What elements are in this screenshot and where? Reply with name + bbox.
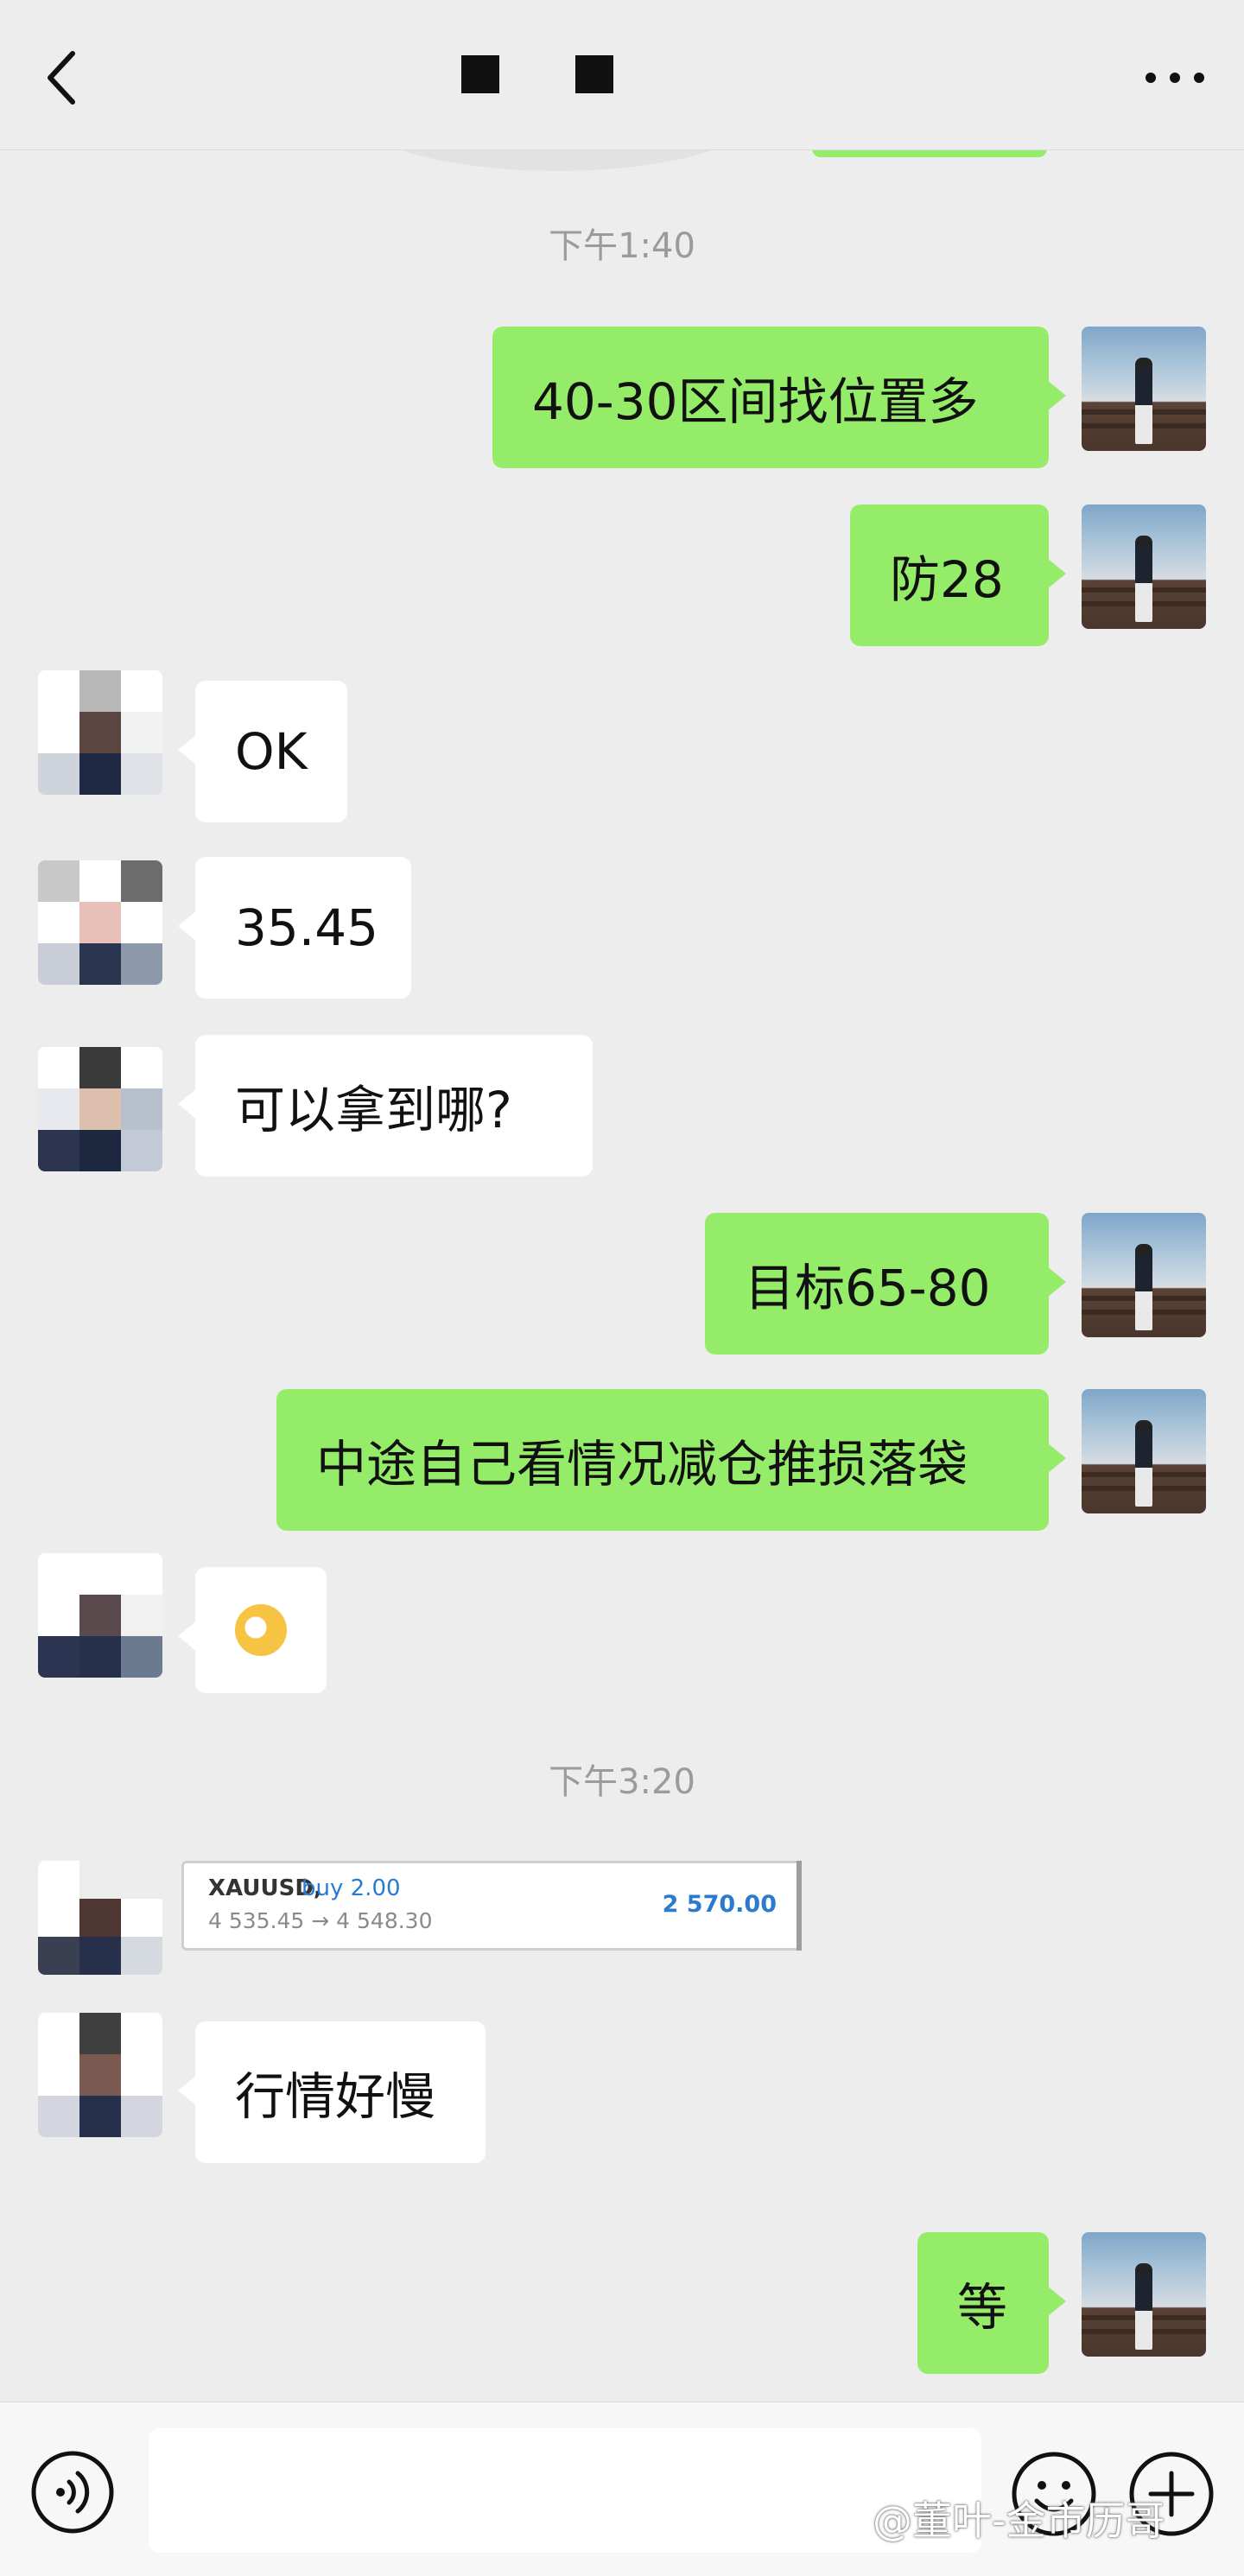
my-avatar[interactable] (1082, 504, 1206, 629)
message-bubble-mine[interactable]: 40-30区间找位置多 (492, 327, 1066, 468)
message-bubble-mine[interactable]: 中途自己看情况减仓推损落袋 (276, 1389, 1066, 1531)
voice-icon (31, 2451, 114, 2534)
contact-avatar[interactable] (38, 1047, 162, 1171)
message-bubble-contact[interactable] (178, 1567, 327, 1693)
more-dots-icon (1146, 73, 1204, 83)
chat-screen: 下午1:40 40-30区间找位置多 防28 OK 35.45 可以拿到哪? 目… (0, 0, 1244, 2576)
message-bubble-contact[interactable]: 可以拿到哪? (178, 1035, 593, 1177)
chat-title-redacted-block (461, 55, 499, 93)
contact-avatar[interactable] (38, 860, 162, 985)
message-bubble-mine[interactable]: 等 (917, 2232, 1066, 2374)
back-button[interactable] (35, 43, 86, 112)
message-input[interactable] (149, 2428, 981, 2553)
trade-screenshot-message[interactable]: XAUUSD, buy 2.00 4 535.45 → 4 548.30 2 5… (181, 1861, 802, 1951)
contact-avatar[interactable] (38, 1553, 162, 1678)
contact-avatar[interactable] (38, 670, 162, 795)
ok-hand-emoji (235, 1604, 287, 1656)
trade-profit: 2 570.00 (662, 1891, 777, 1918)
timestamp: 下午3:20 (549, 1762, 695, 1802)
timestamp: 下午1:40 (549, 226, 695, 266)
message-bubble-mine[interactable]: 防28 (850, 504, 1066, 646)
chevron-left-icon (48, 51, 75, 105)
chat-title-redacted-block (575, 55, 613, 93)
my-avatar[interactable] (1082, 327, 1206, 451)
watermark: @董叶-金市历哥 (873, 2497, 1165, 2544)
message-bubble-mine[interactable]: 目标65-80 (705, 1213, 1066, 1355)
message-bubble-contact[interactable]: 行情好慢 (178, 2021, 486, 2163)
voice-button[interactable] (29, 2449, 116, 2535)
chat-header (0, 0, 1244, 150)
message-bubble-contact[interactable]: OK (178, 681, 347, 822)
trade-side: buy 2.00 (301, 1875, 401, 1901)
input-bar (0, 2402, 1244, 2576)
my-avatar[interactable] (1082, 1389, 1206, 1513)
contact-avatar[interactable] (38, 2013, 162, 2137)
trade-prices: 4 535.45 → 4 548.30 (208, 1908, 433, 1933)
my-avatar[interactable] (1082, 2232, 1206, 2357)
my-avatar[interactable] (1082, 1213, 1206, 1337)
message-bubble-contact[interactable]: 35.45 (178, 857, 411, 999)
contact-avatar[interactable] (38, 1861, 162, 1975)
more-options-button[interactable] (1140, 60, 1209, 95)
